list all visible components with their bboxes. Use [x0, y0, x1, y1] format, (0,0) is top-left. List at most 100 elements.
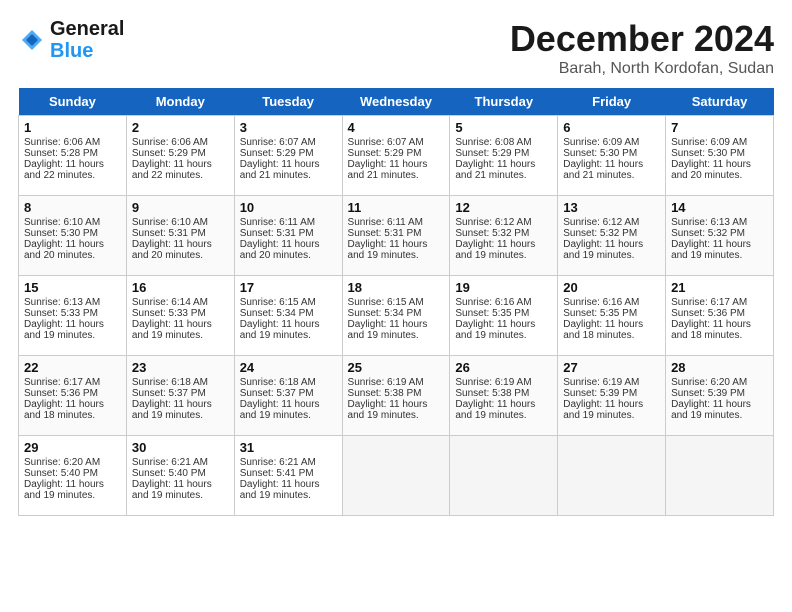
day-info: Daylight: 11 hours	[240, 159, 337, 170]
calendar-cell: 5Sunrise: 6:08 AMSunset: 5:29 PMDaylight…	[450, 116, 558, 196]
day-info: Sunrise: 6:18 AM	[240, 377, 337, 388]
calendar-cell	[342, 436, 450, 516]
day-info: Sunrise: 6:13 AM	[671, 217, 768, 228]
calendar-cell: 20Sunrise: 6:16 AMSunset: 5:35 PMDayligh…	[558, 276, 666, 356]
day-number: 21	[671, 280, 768, 295]
day-info: Sunrise: 6:19 AM	[455, 377, 552, 388]
day-number: 11	[348, 200, 445, 215]
logo-icon	[18, 26, 46, 54]
calendar-cell	[666, 436, 774, 516]
day-info: Sunrise: 6:16 AM	[455, 297, 552, 308]
calendar-cell: 4Sunrise: 6:07 AMSunset: 5:29 PMDaylight…	[342, 116, 450, 196]
day-info: Sunset: 5:36 PM	[671, 308, 768, 319]
page: General Blue December 2024 Barah, North …	[0, 0, 792, 526]
day-info: Sunrise: 6:10 AM	[24, 217, 121, 228]
day-info: Daylight: 11 hours	[455, 159, 552, 170]
weekday-saturday: Saturday	[666, 88, 774, 116]
day-info: Sunset: 5:40 PM	[24, 468, 121, 479]
day-info: Sunset: 5:29 PM	[348, 148, 445, 159]
day-info: Daylight: 11 hours	[24, 319, 121, 330]
week-row-2: 8Sunrise: 6:10 AMSunset: 5:30 PMDaylight…	[19, 196, 774, 276]
day-info: and 20 minutes.	[671, 170, 768, 181]
day-info: Sunrise: 6:07 AM	[240, 137, 337, 148]
day-info: Sunset: 5:28 PM	[24, 148, 121, 159]
logo: General Blue	[18, 18, 124, 62]
day-info: and 19 minutes.	[240, 490, 337, 501]
day-number: 28	[671, 360, 768, 375]
day-info: and 19 minutes.	[132, 490, 229, 501]
day-info: and 21 minutes.	[348, 170, 445, 181]
day-info: Sunrise: 6:21 AM	[240, 457, 337, 468]
day-info: Daylight: 11 hours	[563, 319, 660, 330]
day-info: Sunset: 5:39 PM	[671, 388, 768, 399]
day-number: 5	[455, 120, 552, 135]
day-info: Sunset: 5:30 PM	[24, 228, 121, 239]
day-info: Sunrise: 6:12 AM	[563, 217, 660, 228]
day-number: 2	[132, 120, 229, 135]
calendar-cell: 9Sunrise: 6:10 AMSunset: 5:31 PMDaylight…	[126, 196, 234, 276]
day-info: Daylight: 11 hours	[132, 399, 229, 410]
calendar-cell: 17 Sunrise: 6:15 AMSunset: 5:34 PMDayligh…	[234, 276, 342, 356]
day-info: Sunset: 5:29 PM	[455, 148, 552, 159]
day-info: Sunset: 5:29 PM	[132, 148, 229, 159]
day-info: Daylight: 11 hours	[671, 399, 768, 410]
day-number: 20	[563, 280, 660, 295]
day-info: Sunrise: 6:17 AM	[24, 377, 121, 388]
day-number: 7	[671, 120, 768, 135]
day-info: Sunset: 5:32 PM	[563, 228, 660, 239]
day-info: Sunrise: 6:19 AM	[563, 377, 660, 388]
day-info: Daylight: 11 hours	[240, 479, 337, 490]
day-info: Daylight: 11 hours	[24, 399, 121, 410]
day-info: and 19 minutes.	[455, 410, 552, 421]
calendar-cell: 26Sunrise: 6:19 AMSunset: 5:38 PMDayligh…	[450, 356, 558, 436]
day-info: Daylight: 11 hours	[240, 319, 337, 330]
day-number: 1	[24, 120, 121, 135]
day-info: Sunrise: 6:11 AM	[348, 217, 445, 228]
day-info: Sunset: 5:34 PM	[240, 308, 337, 319]
day-info: Daylight: 11 hours	[240, 239, 337, 250]
calendar-cell: 12Sunrise: 6:12 AMSunset: 5:32 PMDayligh…	[450, 196, 558, 276]
day-info: Sunrise: 6:13 AM	[24, 297, 121, 308]
day-info: Sunrise: 6:15 AM	[348, 297, 445, 308]
day-info: Daylight: 11 hours	[348, 159, 445, 170]
day-info: Sunset: 5:32 PM	[455, 228, 552, 239]
weekday-monday: Monday	[126, 88, 234, 116]
day-info: Sunset: 5:37 PM	[132, 388, 229, 399]
calendar-cell: 25Sunrise: 6:19 AMSunset: 5:38 PMDayligh…	[342, 356, 450, 436]
header: General Blue December 2024 Barah, North …	[18, 18, 774, 78]
day-info: and 19 minutes.	[240, 330, 337, 341]
calendar-cell: 22Sunrise: 6:17 AMSunset: 5:36 PMDayligh…	[19, 356, 127, 436]
calendar-cell: 7Sunrise: 6:09 AMSunset: 5:30 PMDaylight…	[666, 116, 774, 196]
day-number: 24	[240, 360, 337, 375]
day-info: and 19 minutes.	[671, 410, 768, 421]
day-number: 17	[240, 280, 337, 295]
day-info: Daylight: 11 hours	[563, 239, 660, 250]
day-info: Daylight: 11 hours	[563, 159, 660, 170]
logo-blue: Blue	[50, 40, 93, 62]
weekday-thursday: Thursday	[450, 88, 558, 116]
day-info: and 19 minutes.	[563, 250, 660, 261]
day-info: Sunrise: 6:21 AM	[132, 457, 229, 468]
day-info: and 19 minutes.	[24, 490, 121, 501]
day-info: Sunset: 5:38 PM	[348, 388, 445, 399]
calendar-cell: 29Sunrise: 6:20 AMSunset: 5:40 PMDayligh…	[19, 436, 127, 516]
day-info: Sunset: 5:37 PM	[240, 388, 337, 399]
day-info: and 19 minutes.	[240, 410, 337, 421]
day-info: Sunrise: 6:15 AM	[240, 297, 337, 308]
calendar-cell: 19Sunrise: 6:16 AMSunset: 5:35 PMDayligh…	[450, 276, 558, 356]
day-number: 3	[240, 120, 337, 135]
day-number: 14	[671, 200, 768, 215]
day-info: Sunrise: 6:11 AM	[240, 217, 337, 228]
day-info: and 18 minutes.	[24, 410, 121, 421]
day-info: Daylight: 11 hours	[132, 159, 229, 170]
day-info: Daylight: 11 hours	[348, 239, 445, 250]
calendar-cell: 23Sunrise: 6:18 AMSunset: 5:37 PMDayligh…	[126, 356, 234, 436]
day-info: Sunrise: 6:19 AM	[348, 377, 445, 388]
calendar-cell: 31Sunrise: 6:21 AMSunset: 5:41 PMDayligh…	[234, 436, 342, 516]
day-info: Sunrise: 6:20 AM	[24, 457, 121, 468]
day-info: and 19 minutes.	[455, 330, 552, 341]
calendar-cell: 3Sunrise: 6:07 AMSunset: 5:29 PMDaylight…	[234, 116, 342, 196]
day-info: and 19 minutes.	[132, 330, 229, 341]
day-info: Sunset: 5:33 PM	[132, 308, 229, 319]
day-info: and 20 minutes.	[24, 250, 121, 261]
